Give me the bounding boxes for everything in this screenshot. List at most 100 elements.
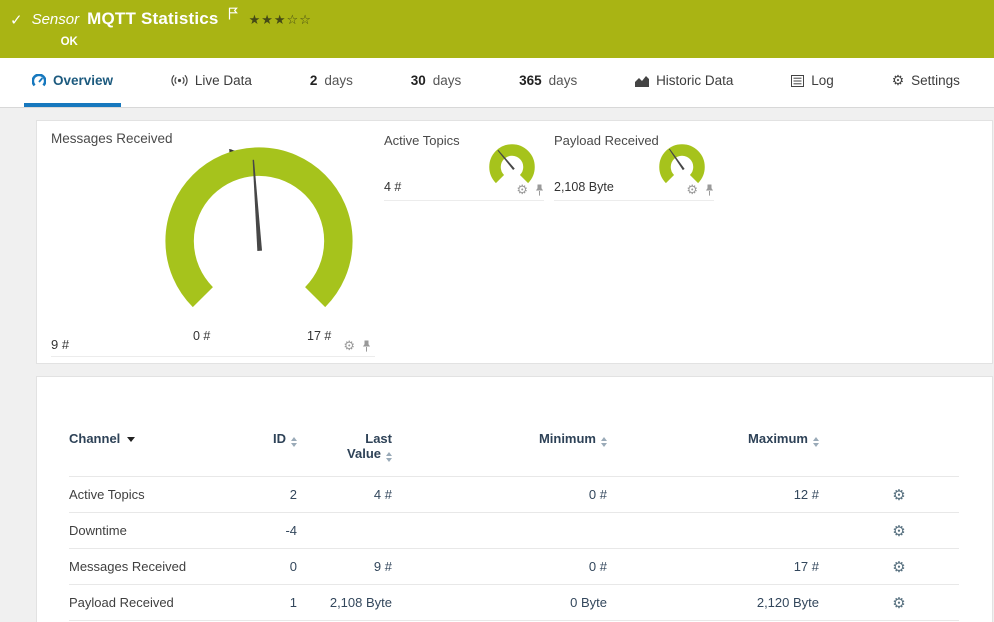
small-gauge-value: 2,108 Byte (554, 180, 614, 194)
gauge-pin-icon[interactable] (705, 184, 714, 196)
tab-settings[interactable]: ⚙ Settings (884, 58, 968, 107)
tab-live-data[interactable]: Live Data (163, 58, 260, 107)
messages-received-gauge (165, 147, 353, 308)
sensor-header: ✓ Sensor MQTT Statistics ★★★☆☆ OK (0, 0, 994, 58)
column-header-maximum[interactable]: Maximum (607, 431, 819, 477)
tab-label: days (432, 73, 462, 88)
tab-label: Overview (53, 73, 114, 88)
channels-table: Channel ID Last Value Minimum Maximum Ac… (69, 431, 959, 621)
primary-gauge-block: Messages Received ⚑ 0 # 17 # 9 # ⚙ (51, 131, 375, 357)
column-label: Last Value (347, 431, 392, 462)
chevron-down-icon (127, 437, 136, 443)
small-gauge-tools: ⚙ (516, 183, 544, 196)
gauge-scale-min: 0 # (193, 329, 211, 343)
column-label: Channel (69, 431, 121, 446)
cell-last-value (297, 512, 392, 549)
sort-icon (601, 437, 607, 447)
cell-last-value: 2,108 Byte (297, 584, 392, 621)
cell-channel: Active Topics (69, 476, 249, 513)
gauges-panel: Messages Received ⚑ 0 # 17 # 9 # ⚙ Activ… (36, 120, 993, 364)
cell-actions: ⚙ (819, 476, 959, 513)
gauge-pin-icon[interactable] (535, 184, 544, 196)
tab-number: 365 (519, 73, 542, 88)
cell-maximum: 2,120 Byte (607, 584, 819, 621)
cell-channel: Payload Received (69, 584, 249, 621)
table-row: Active Topics 2 4 # 0 # 12 # ⚙ (69, 476, 959, 513)
channel-settings-gear-icon[interactable]: ⚙ (892, 559, 905, 576)
tab-historic-data[interactable]: Historic Data (627, 58, 741, 107)
tab-label: Log (811, 73, 834, 88)
tab-number: 30 (410, 73, 426, 88)
cell-id: 1 (249, 584, 297, 621)
column-header-actions (819, 431, 959, 477)
channel-settings-gear-icon[interactable]: ⚙ (892, 595, 905, 612)
gauge-gear-icon[interactable]: ⚙ (686, 183, 698, 196)
cell-minimum: 0 # (392, 476, 607, 513)
sort-icon (291, 437, 297, 447)
channel-settings-gear-icon[interactable]: ⚙ (892, 487, 905, 504)
settings-gear-icon: ⚙ (891, 72, 905, 88)
cell-last-value: 4 # (297, 476, 392, 513)
table-row: Downtime -4 ⚙ (69, 512, 959, 549)
gauge-scale-max: 17 # (307, 329, 332, 343)
column-label: ID (273, 431, 286, 446)
cell-actions: ⚙ (819, 584, 959, 621)
status-badge: OK (60, 36, 78, 48)
tab-overview[interactable]: Overview (24, 58, 122, 107)
cell-maximum: 12 # (607, 476, 819, 513)
tab-label: Historic Data (656, 73, 734, 88)
gauge-gear-icon[interactable]: ⚙ (343, 339, 355, 352)
column-label: Minimum (538, 431, 596, 446)
table-header-row: Channel ID Last Value Minimum Maximum (69, 431, 959, 477)
cell-channel: Downtime (69, 512, 249, 549)
active-topics-gauge-block: Active Topics 4 # ⚙ (384, 133, 544, 201)
primary-gauge-tools: ⚙ (343, 339, 371, 352)
cell-actions: ⚙ (819, 512, 959, 549)
cell-minimum: 0 # (392, 548, 607, 585)
log-list-icon (791, 74, 805, 87)
cell-last-value: 9 # (297, 548, 392, 585)
cell-maximum: 17 # (607, 548, 819, 585)
flag-icon (228, 7, 238, 25)
tab-2-days[interactable]: 2 days (302, 58, 361, 107)
tab-30-days[interactable]: 30 days (403, 58, 470, 107)
column-header-last-value[interactable]: Last Value (297, 431, 392, 477)
sensor-header-main: Sensor MQTT Statistics ★★★☆☆ OK (32, 7, 312, 48)
sort-icon (813, 437, 819, 447)
cell-id: 0 (249, 548, 297, 585)
channel-settings-gear-icon[interactable]: ⚙ (892, 523, 905, 540)
tab-label: days (548, 73, 578, 88)
historic-data-chart-icon (635, 75, 650, 87)
primary-gauge-value: 9 # (51, 337, 70, 352)
cell-id: -4 (249, 512, 297, 549)
prtg-sensor-page: ✓ Sensor MQTT Statistics ★★★☆☆ OK Overvi… (0, 0, 994, 622)
table-row: Messages Received 0 9 # 0 # 17 # ⚙ (69, 548, 959, 585)
cell-channel: Messages Received (69, 548, 249, 585)
tab-log[interactable]: Log (783, 58, 842, 107)
priority-stars[interactable]: ★★★☆☆ (249, 12, 312, 28)
payload-received-gauge-block: Payload Received 2,108 Byte ⚙ (554, 133, 714, 201)
tab-label: days (324, 73, 353, 88)
tab-bar: Overview Live Data 2 days 30 days 365 da… (0, 58, 994, 108)
overview-gauge-icon (32, 73, 46, 88)
tab-number: 2 (309, 73, 318, 88)
gauge-pin-icon[interactable] (362, 340, 371, 352)
column-label: Maximum (748, 431, 808, 446)
cell-minimum (392, 512, 607, 549)
sensor-title-row: Sensor MQTT Statistics ★★★☆☆ (32, 7, 312, 29)
tab-365-days[interactable]: 365 days (511, 58, 585, 107)
column-header-id[interactable]: ID (249, 431, 297, 477)
small-gauge-tools: ⚙ (686, 183, 714, 196)
channels-table-panel: Channel ID Last Value Minimum Maximum Ac… (36, 376, 993, 622)
sort-icon (386, 452, 392, 462)
table-row: Payload Received 1 2,108 Byte 0 Byte 2,1… (69, 584, 959, 621)
cell-maximum (607, 512, 819, 549)
small-gauge-value: 4 # (384, 180, 402, 194)
column-header-minimum[interactable]: Minimum (392, 431, 607, 477)
column-header-channel[interactable]: Channel (69, 431, 249, 477)
page-title: MQTT Statistics (87, 9, 219, 28)
cell-minimum: 0 Byte (392, 584, 607, 621)
live-data-broadcast-icon (171, 74, 188, 87)
overview-content: Messages Received ⚑ 0 # 17 # 9 # ⚙ Activ… (0, 108, 994, 622)
gauge-gear-icon[interactable]: ⚙ (516, 183, 528, 196)
